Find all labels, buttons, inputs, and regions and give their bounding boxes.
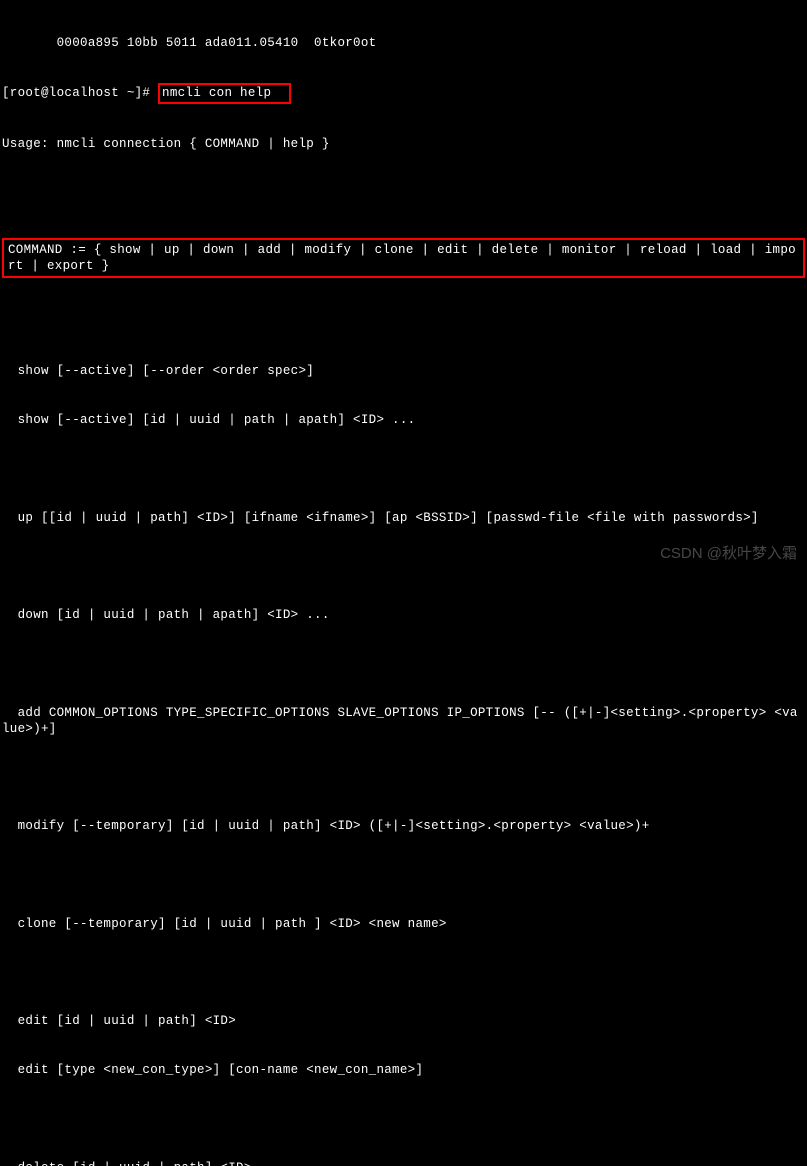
blank-line	[2, 770, 805, 786]
down-syntax: down [id | uuid | path | apath] <ID> ...	[2, 607, 805, 623]
delete-syntax: delete [id | uuid | path] <ID>	[2, 1160, 805, 1166]
highlighted-command: nmcli con help	[158, 83, 291, 103]
blank-line	[2, 461, 805, 477]
up-syntax: up [[id | uuid | path] <ID>] [ifname <if…	[2, 510, 805, 526]
blank-line	[2, 1111, 805, 1127]
add-syntax: add COMMON_OPTIONS TYPE_SPECIFIC_OPTIONS…	[2, 705, 805, 738]
prompt-line-1: [root@localhost ~]# nmcli con help	[2, 83, 805, 103]
shell-prompt: [root@localhost ~]#	[2, 85, 158, 101]
edit-syntax-1: edit [id | uuid | path] <ID>	[2, 1013, 805, 1029]
clone-syntax: clone [--temporary] [id | uuid | path ] …	[2, 916, 805, 932]
blank-line	[2, 965, 805, 981]
modify-syntax: modify [--temporary] [id | uuid | path] …	[2, 818, 805, 834]
blank-line	[2, 315, 805, 331]
usage-line: Usage: nmcli connection { COMMAND | help…	[2, 136, 805, 152]
blank-line	[2, 558, 805, 574]
blank-line	[2, 867, 805, 883]
blank-line	[2, 656, 805, 672]
show-syntax-1: show [--active] [--order <order spec>]	[2, 363, 805, 379]
top-fragment-line: 0000a895 10bb 5011 ada011.05410 0tkor0ot	[2, 35, 805, 51]
show-syntax-2: show [--active] [id | uuid | path | apat…	[2, 412, 805, 428]
blank-line	[2, 185, 805, 201]
highlighted-command-def: COMMAND := { show | up | down | add | mo…	[2, 238, 805, 279]
edit-syntax-2: edit [type <new_con_type>] [con-name <ne…	[2, 1062, 805, 1078]
terminal-output[interactable]: 0000a895 10bb 5011 ada011.05410 0tkor0ot…	[2, 2, 805, 1166]
